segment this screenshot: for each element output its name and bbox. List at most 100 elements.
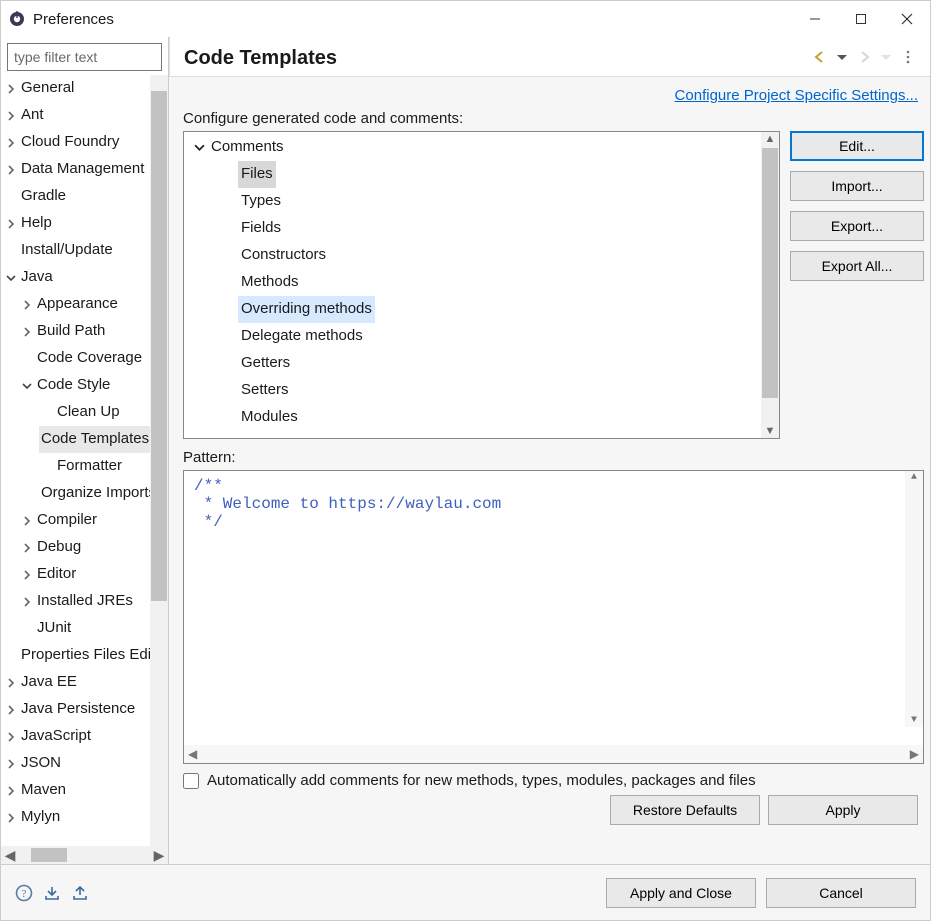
chevron-down-icon[interactable] bbox=[3, 273, 19, 283]
chevron-right-icon[interactable] bbox=[3, 138, 19, 148]
chevron-right-icon[interactable] bbox=[3, 84, 19, 94]
tree-item-label: Clean Up bbox=[55, 399, 122, 425]
dropdown2-icon[interactable] bbox=[878, 49, 894, 65]
tree-item[interactable]: Installed JREs bbox=[19, 588, 150, 615]
tree-item[interactable]: JavaScript bbox=[3, 723, 150, 750]
template-item[interactable]: Getters bbox=[220, 350, 761, 377]
export-prefs-icon[interactable] bbox=[71, 884, 89, 902]
tree-item-label: Code Coverage bbox=[35, 345, 144, 371]
chevron-right-icon[interactable] bbox=[19, 570, 35, 580]
chevron-right-icon[interactable] bbox=[3, 813, 19, 823]
template-item-label: Delegate methods bbox=[238, 323, 366, 349]
apply-and-close-button[interactable]: Apply and Close bbox=[606, 878, 756, 908]
chevron-right-icon[interactable] bbox=[19, 543, 35, 553]
auto-comment-checkbox-row[interactable]: Automatically add comments for new metho… bbox=[183, 772, 924, 789]
edit-button[interactable]: Edit... bbox=[790, 131, 924, 161]
template-item[interactable]: Fields bbox=[220, 215, 761, 242]
tree-item[interactable]: Java Persistence bbox=[3, 696, 150, 723]
restore-defaults-button[interactable]: Restore Defaults bbox=[610, 795, 760, 825]
chevron-right-icon[interactable] bbox=[3, 732, 19, 742]
forward-icon[interactable] bbox=[856, 49, 872, 65]
tree-item[interactable]: Editor bbox=[19, 561, 150, 588]
pattern-hscrollbar[interactable]: ◀▶ bbox=[184, 745, 923, 763]
project-settings-link[interactable]: Configure Project Specific Settings... bbox=[675, 87, 918, 104]
tree-item[interactable]: Java bbox=[3, 264, 150, 291]
templates-scrollbar[interactable]: ▲ ▼ bbox=[761, 132, 779, 438]
menu-icon[interactable] bbox=[900, 49, 916, 65]
tree-item[interactable]: Maven bbox=[3, 777, 150, 804]
preferences-tree[interactable]: GeneralAntCloud FoundryData ManagementGr… bbox=[1, 75, 150, 846]
template-item[interactable]: Overriding methods bbox=[220, 296, 761, 323]
dropdown-icon[interactable] bbox=[834, 49, 850, 65]
tree-item[interactable]: JUnit bbox=[19, 615, 150, 642]
chevron-down-icon[interactable] bbox=[190, 142, 208, 153]
tree-item[interactable]: Java EE bbox=[3, 669, 150, 696]
tree-item-label: Organize Imports bbox=[39, 480, 150, 506]
tree-item[interactable]: Debug bbox=[19, 534, 150, 561]
filter-input[interactable] bbox=[7, 43, 162, 71]
templates-tree[interactable]: CommentsFilesTypesFieldsConstructorsMeth… bbox=[184, 132, 761, 438]
export-all-button[interactable]: Export All... bbox=[790, 251, 924, 281]
chevron-right-icon[interactable] bbox=[3, 678, 19, 688]
maximize-button[interactable] bbox=[838, 3, 884, 35]
tree-item[interactable]: Organize Imports bbox=[39, 480, 150, 507]
sidebar-hscrollbar[interactable]: ◀ ▶ bbox=[1, 846, 168, 864]
tree-item[interactable]: Formatter bbox=[39, 453, 150, 480]
chevron-right-icon[interactable] bbox=[19, 327, 35, 337]
tree-item[interactable]: Properties Files Editor bbox=[19, 642, 150, 669]
apply-button[interactable]: Apply bbox=[768, 795, 918, 825]
tree-item-label: General bbox=[19, 75, 76, 101]
tree-item[interactable]: Clean Up bbox=[39, 399, 150, 426]
template-item[interactable]: Comments bbox=[190, 134, 761, 161]
template-item[interactable]: Setters bbox=[220, 377, 761, 404]
tree-item[interactable]: Code Style bbox=[19, 372, 150, 399]
tree-item-label: JSON bbox=[19, 750, 63, 776]
import-prefs-icon[interactable] bbox=[43, 884, 61, 902]
tree-item[interactable]: Compiler bbox=[19, 507, 150, 534]
pattern-text[interactable]: /** * Welcome to https://waylau.com */▲▼ bbox=[184, 471, 923, 745]
chevron-right-icon[interactable] bbox=[3, 219, 19, 229]
tree-item[interactable]: Cloud Foundry bbox=[3, 129, 150, 156]
tree-item[interactable]: Code Templates bbox=[39, 426, 150, 453]
auto-comment-checkbox[interactable] bbox=[183, 773, 199, 789]
template-item[interactable]: Files bbox=[220, 161, 761, 188]
sidebar-scrollbar[interactable] bbox=[150, 75, 168, 846]
tree-item[interactable]: Install/Update bbox=[3, 237, 150, 264]
tree-item[interactable]: Ant bbox=[3, 102, 150, 129]
template-item[interactable]: Types bbox=[220, 188, 761, 215]
tree-item[interactable]: General bbox=[3, 75, 150, 102]
template-item-label: Getters bbox=[238, 350, 293, 376]
template-item[interactable]: Constructors bbox=[220, 242, 761, 269]
export-button[interactable]: Export... bbox=[790, 211, 924, 241]
tree-item-label: Data Management bbox=[19, 156, 146, 182]
chevron-right-icon[interactable] bbox=[3, 111, 19, 121]
pattern-vscrollbar[interactable]: ▲▼ bbox=[905, 471, 923, 727]
cancel-button[interactable]: Cancel bbox=[766, 878, 916, 908]
tree-item[interactable]: Build Path bbox=[19, 318, 150, 345]
tree-item-label: Java bbox=[19, 264, 55, 290]
chevron-right-icon[interactable] bbox=[19, 300, 35, 310]
template-item[interactable]: Methods bbox=[220, 269, 761, 296]
template-item[interactable]: Delegate methods bbox=[220, 323, 761, 350]
chevron-right-icon[interactable] bbox=[3, 759, 19, 769]
chevron-right-icon[interactable] bbox=[3, 705, 19, 715]
chevron-right-icon[interactable] bbox=[19, 597, 35, 607]
tree-item[interactable]: Mylyn bbox=[3, 804, 150, 831]
minimize-button[interactable] bbox=[792, 3, 838, 35]
close-button[interactable] bbox=[884, 3, 930, 35]
tree-item[interactable]: Data Management bbox=[3, 156, 150, 183]
import-button[interactable]: Import... bbox=[790, 171, 924, 201]
tree-item[interactable]: Gradle bbox=[3, 183, 150, 210]
chevron-right-icon[interactable] bbox=[3, 165, 19, 175]
tree-item[interactable]: Code Coverage bbox=[19, 345, 150, 372]
help-icon[interactable]: ? bbox=[15, 884, 33, 902]
template-item-label: Setters bbox=[238, 377, 292, 403]
tree-item[interactable]: JSON bbox=[3, 750, 150, 777]
chevron-right-icon[interactable] bbox=[3, 786, 19, 796]
chevron-down-icon[interactable] bbox=[19, 381, 35, 391]
chevron-right-icon[interactable] bbox=[19, 516, 35, 526]
tree-item[interactable]: Appearance bbox=[19, 291, 150, 318]
tree-item[interactable]: Help bbox=[3, 210, 150, 237]
template-item[interactable]: Modules bbox=[220, 404, 761, 431]
back-icon[interactable] bbox=[812, 49, 828, 65]
